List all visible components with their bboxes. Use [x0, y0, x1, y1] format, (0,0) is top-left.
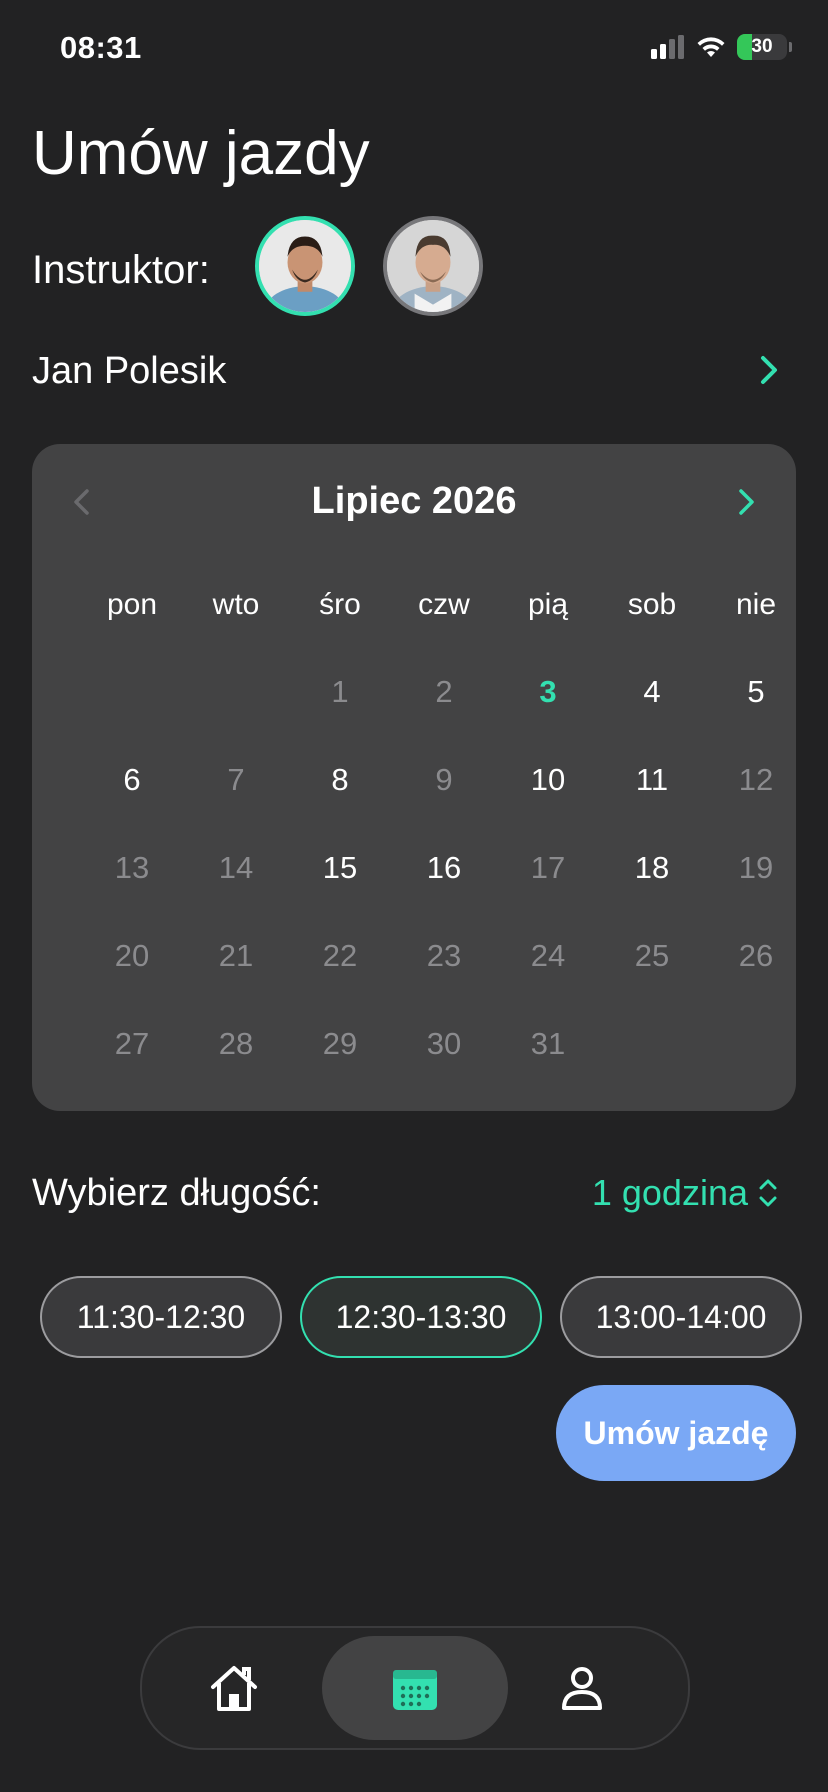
calendar-day: 27 — [114, 1026, 150, 1061]
calendar-days: 1 2 3 4 5 6 7 8 9 10 11 12 13 14 15 16 17 18 19 20 21 22 23 24 2… — [80, 670, 808, 1110]
tab-profile[interactable] — [492, 1636, 672, 1740]
calendar-day: 26 — [738, 938, 774, 973]
page-title: Umów jazdy — [32, 119, 370, 188]
calendar-day: 20 — [114, 938, 150, 973]
profile-icon — [562, 1667, 602, 1710]
instructor-avatar-selected[interactable] — [255, 216, 355, 316]
tab-bar — [140, 1626, 690, 1750]
time-slot-button[interactable]: 13:00-14:00 — [560, 1276, 802, 1358]
calendar-day: 28 — [218, 1026, 254, 1061]
calendar-day-today[interactable]: 3 — [496, 670, 600, 758]
calendar-day: 19 — [738, 850, 774, 885]
weekday-label: śro — [319, 588, 361, 621]
status-icons: 30 — [651, 34, 792, 60]
time-slot-button[interactable]: 11:30-12:30 — [40, 1276, 282, 1358]
instructor-label: Instruktor: — [32, 248, 210, 292]
calendar-day: 22 — [322, 938, 358, 973]
calendar-day: 21 — [218, 938, 254, 973]
book-ride-button[interactable]: Umów jazdę — [556, 1385, 796, 1481]
calendar-day: 2 — [435, 674, 453, 709]
battery-indicator: 30 — [737, 34, 787, 60]
calendar-day: 17 — [530, 850, 566, 885]
calendar-icon — [393, 1670, 437, 1710]
instructor-avatar[interactable] — [383, 216, 483, 316]
calendar-day: 25 — [634, 938, 670, 973]
chevron-right-icon[interactable] — [754, 352, 784, 388]
calendar-day: 14 — [218, 850, 254, 885]
calendar-day[interactable]: 16 — [392, 846, 496, 934]
calendar-day: 23 — [426, 938, 462, 973]
tab-home[interactable] — [144, 1636, 324, 1740]
weekday-label: czw — [418, 588, 470, 621]
calendar-day: 24 — [530, 938, 566, 973]
home-icon — [211, 1666, 257, 1711]
chevron-up-down-icon — [759, 1179, 777, 1207]
tab-calendar[interactable] — [322, 1636, 508, 1740]
duration-select[interactable]: 1 godzina — [592, 1172, 780, 1214]
calendar-month-title: Lipiec 2026 — [311, 480, 517, 522]
battery-level — [737, 34, 752, 60]
time-slot-list: 11:30-12:30 12:30-13:30 13:00-14:00 — [40, 1276, 828, 1362]
weekday-label: pon — [106, 588, 158, 621]
calendar-day: 7 — [227, 762, 245, 797]
time-slot-button-selected[interactable]: 12:30-13:30 — [300, 1276, 542, 1358]
duration-value: 1 godzina — [591, 1172, 748, 1213]
status-time: 08:31 — [60, 30, 142, 65]
calendar-day[interactable]: 5 — [704, 670, 808, 758]
avatar-image — [259, 220, 351, 312]
weekday-label: sob — [627, 588, 677, 621]
calendar-day: 31 — [530, 1026, 566, 1061]
wifi-icon — [697, 37, 725, 57]
calendar-day: 1 — [331, 674, 349, 709]
instructor-name: Jan Polesik — [32, 350, 227, 392]
calendar-day[interactable]: 11 — [600, 758, 704, 846]
signal-icon — [651, 35, 684, 59]
weekday-label: nie — [735, 588, 777, 621]
weekday-label: wto — [212, 588, 260, 621]
calendar-day[interactable]: 4 — [600, 670, 704, 758]
calendar-day[interactable]: 10 — [496, 758, 600, 846]
calendar-day[interactable]: 18 — [600, 846, 704, 934]
weekday-label: pią — [527, 588, 569, 621]
calendar-day[interactable]: 8 — [288, 758, 392, 846]
calendar-day: 12 — [738, 762, 774, 797]
calendar-day: 30 — [426, 1026, 462, 1061]
calendar-day: 13 — [114, 850, 150, 885]
battery-percentage: 30 — [751, 36, 773, 57]
duration-label: Wybierz długość: — [32, 1172, 321, 1214]
chevron-right-icon[interactable] — [732, 484, 760, 520]
calendar-day: 29 — [322, 1026, 358, 1061]
battery-cap — [789, 42, 792, 52]
calendar-weekdays: pon wto śro czw pią sob nie — [32, 588, 796, 622]
calendar-day[interactable]: 15 — [288, 846, 392, 934]
avatar-image — [387, 220, 479, 312]
calendar: Lipiec 2026 pon wto śro czw pią sob nie … — [32, 444, 796, 1111]
calendar-day: 9 — [435, 762, 453, 797]
calendar-day[interactable]: 6 — [80, 758, 184, 846]
